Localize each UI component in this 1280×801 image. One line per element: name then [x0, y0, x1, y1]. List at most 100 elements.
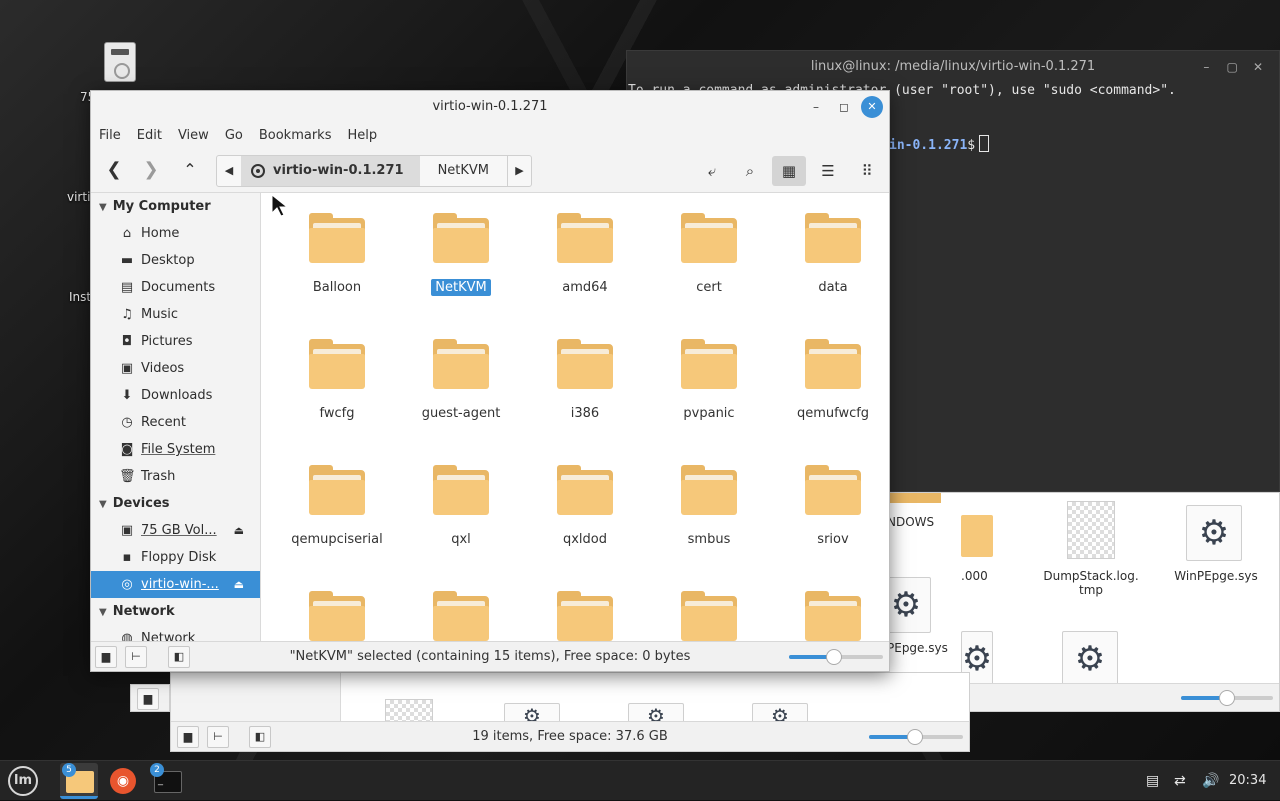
- breadcrumb-segment-netkvm[interactable]: NetKVM: [420, 156, 507, 186]
- file-grid[interactable]: Balloon NetKVM amd64 cert data fwcfg guest-age…: [262, 193, 889, 641]
- sidebar-section-devices[interactable]: ▼ Devices: [91, 490, 260, 517]
- eject-icon[interactable]: ⏏: [234, 517, 244, 544]
- sidebar-item-documents[interactable]: ▤ Documents: [91, 274, 260, 301]
- up-icon[interactable]: ⌃: [175, 156, 205, 184]
- sidebar-item-file-system[interactable]: ◙ File System: [91, 436, 260, 463]
- notes-icon[interactable]: ▤: [1146, 761, 1159, 801]
- sidebar-item-desktop[interactable]: ▬ Desktop: [91, 247, 260, 274]
- sidebar-item-downloads[interactable]: ⬇ Downloads: [91, 382, 260, 409]
- back-icon[interactable]: ❮: [99, 156, 129, 184]
- file-label[interactable]: WinPEpge.sys: [1161, 569, 1271, 583]
- collapse-triangle-icon[interactable]: ▼: [99, 607, 107, 618]
- folder-item[interactable]: qxldod: [523, 465, 647, 548]
- zoom-slider[interactable]: [789, 649, 883, 665]
- desktop-label-virtio[interactable]: virti: [67, 190, 90, 204]
- file-label[interactable]: .000: [961, 569, 988, 583]
- sidebar-item-network[interactable]: ◍ Network: [91, 625, 260, 641]
- eject-icon[interactable]: ⏏: [234, 571, 244, 598]
- menu-edit[interactable]: Edit: [137, 128, 162, 143]
- collapse-triangle-icon[interactable]: ▼: [99, 202, 107, 213]
- gear-icon[interactable]: ⚙: [628, 703, 684, 728]
- menu-file[interactable]: File: [99, 128, 121, 143]
- background-file-manager-2[interactable]: ⚙ ⚙ ⚙ ▆ ⊢ ◧ 19 items, Free space: 37.6 G…: [170, 672, 970, 752]
- file-icon[interactable]: [385, 699, 433, 723]
- file-label[interactable]: NDOWS: [887, 515, 934, 529]
- gear-icon[interactable]: ⚙: [1062, 631, 1118, 687]
- clock[interactable]: 20:34: [1229, 761, 1266, 801]
- menu-help[interactable]: Help: [347, 128, 377, 143]
- breadcrumb-right-icon[interactable]: ▶: [507, 156, 531, 186]
- menu-view[interactable]: View: [178, 128, 209, 143]
- taskbar-files-button[interactable]: 5: [60, 763, 98, 799]
- folder-item[interactable]: [399, 591, 523, 641]
- maximize-icon[interactable]: ◻: [833, 96, 855, 118]
- gear-icon[interactable]: ⚙: [1186, 505, 1242, 561]
- folder-item[interactable]: cert: [647, 213, 771, 296]
- taskbar-terminal-button[interactable]: _ 2: [148, 763, 186, 799]
- folder-item[interactable]: [771, 591, 889, 641]
- zoom-slider-knob[interactable]: [826, 649, 843, 665]
- folder-item[interactable]: i386: [523, 339, 647, 422]
- breadcrumb-left-icon[interactable]: ◀: [217, 156, 241, 186]
- icon-view-icon[interactable]: ▦: [772, 156, 806, 186]
- folder-item[interactable]: qemufwcfg: [771, 339, 889, 422]
- search-icon[interactable]: ⌕: [733, 156, 767, 186]
- menu-bookmarks[interactable]: Bookmarks: [259, 128, 332, 143]
- sidebar-item-music[interactable]: ♫ Music: [91, 301, 260, 328]
- folder-item[interactable]: smbus: [647, 465, 771, 548]
- toggle-location-entry-icon[interactable]: ⤶: [695, 156, 729, 186]
- folder-item[interactable]: qemupciserial: [275, 465, 399, 548]
- collapse-triangle-icon[interactable]: ▼: [99, 499, 107, 510]
- folder-item[interactable]: sriov: [771, 465, 889, 548]
- folder-item[interactable]: [275, 591, 399, 641]
- sidebar-item-volume[interactable]: ▣ 75 GB Vol... ⏏: [91, 517, 260, 544]
- menu-go[interactable]: Go: [225, 128, 243, 143]
- sidebar-item-floppy[interactable]: ▪ Floppy Disk: [91, 544, 260, 571]
- folder-item[interactable]: guest-agent: [399, 339, 523, 422]
- folder-item[interactable]: [523, 591, 647, 641]
- sidebar-section-network[interactable]: ▼ Network: [91, 598, 260, 625]
- sidebar-item-virtio[interactable]: ◎ virtio-win-... ⏏: [91, 571, 260, 598]
- folder-icon[interactable]: [961, 515, 993, 557]
- file-icon[interactable]: [1067, 501, 1115, 559]
- minimize-icon[interactable]: –: [1195, 51, 1217, 83]
- desktop-label-install[interactable]: Inst: [69, 290, 91, 304]
- sidebar-item-videos[interactable]: ▣ Videos: [91, 355, 260, 382]
- folder-item[interactable]: fwcfg: [275, 339, 399, 422]
- folder-item[interactable]: amd64: [523, 213, 647, 296]
- maximize-icon[interactable]: ▢: [1221, 51, 1243, 83]
- folder-item[interactable]: data: [771, 213, 889, 296]
- list-view-icon[interactable]: ☰: [811, 156, 845, 186]
- terminal-prompt-line[interactable]: in-0.1.271$: [889, 135, 990, 153]
- folder-item[interactable]: pvpanic: [647, 339, 771, 422]
- folder-item[interactable]: [647, 591, 771, 641]
- window-titlebar[interactable]: virtio-win-0.1.271 – ◻ ✕: [91, 91, 889, 123]
- file-label[interactable]: PEpge.sys: [887, 641, 948, 655]
- breadcrumb-segment-root[interactable]: virtio-win-0.1.271: [241, 156, 420, 186]
- file-label[interactable]: DumpStack.log. tmp: [1031, 569, 1151, 597]
- taskbar-firefox-button[interactable]: ◉: [104, 763, 142, 799]
- file-manager-window[interactable]: virtio-win-0.1.271 – ◻ ✕ File Edit View …: [90, 90, 890, 672]
- volume-icon[interactable]: 🔊: [1202, 761, 1219, 801]
- mint-menu-icon[interactable]: lm: [8, 766, 38, 796]
- network-transfer-icon[interactable]: ⇄: [1174, 761, 1186, 801]
- close-icon[interactable]: ✕: [1247, 51, 1269, 83]
- places-view-button[interactable]: ▆: [137, 688, 159, 710]
- sidebar-item-pictures[interactable]: ◘ Pictures: [91, 328, 260, 355]
- sidebar-item-recent[interactable]: ◷ Recent: [91, 409, 260, 436]
- zoom-slider[interactable]: [1181, 690, 1273, 706]
- sidebar-item-home[interactable]: ⌂ Home: [91, 220, 260, 247]
- sidebar-section-my-computer[interactable]: ▼ My Computer: [91, 193, 260, 220]
- gear-icon[interactable]: ⚙: [752, 703, 808, 728]
- drive-icon[interactable]: [104, 42, 136, 82]
- compact-view-icon[interactable]: ⠿: [850, 156, 884, 186]
- close-icon[interactable]: ✕: [861, 96, 883, 118]
- gear-icon[interactable]: ⚙: [504, 703, 560, 728]
- sidebar-item-trash[interactable]: 🗑 Trash: [91, 463, 260, 490]
- folder-item[interactable]: Balloon: [275, 213, 399, 296]
- forward-icon[interactable]: ❯: [136, 156, 166, 184]
- zoom-slider[interactable]: [869, 729, 963, 745]
- minimize-icon[interactable]: –: [805, 96, 827, 118]
- folder-item[interactable]: NetKVM: [399, 213, 523, 296]
- folder-item[interactable]: qxl: [399, 465, 523, 548]
